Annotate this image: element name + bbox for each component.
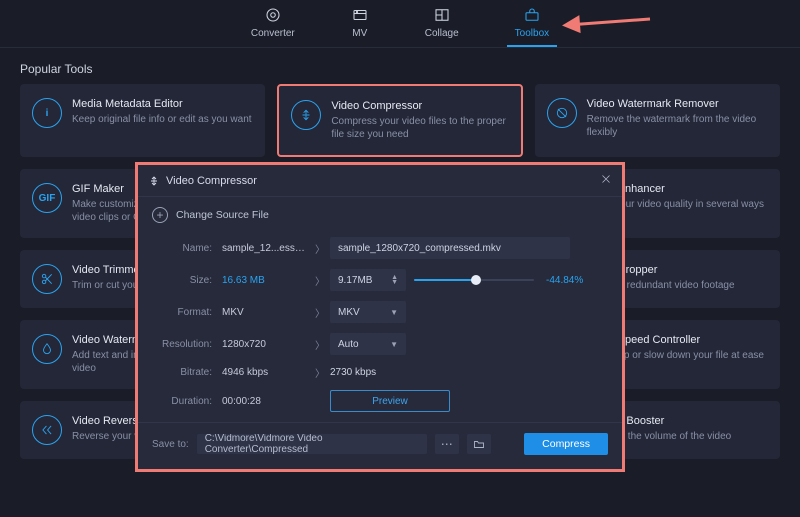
close-button[interactable] [600, 173, 612, 188]
source-resolution: 1280x720 [222, 339, 310, 350]
compress-button[interactable]: Compress [524, 433, 608, 455]
preview-button[interactable]: Preview [330, 390, 450, 412]
dialog-titlebar: Video Compressor [138, 165, 622, 197]
compressor-icon [148, 175, 160, 187]
source-bitrate: 4946 kbps [222, 367, 310, 378]
collage-icon [433, 6, 451, 24]
tab-mv[interactable]: MV [343, 6, 377, 47]
save-path-field[interactable]: C:\Vidmore\Vidmore Video Converter\Compr… [197, 434, 427, 454]
section-title: Popular Tools [0, 48, 800, 84]
chevron-right-icon: 〉 [310, 305, 330, 320]
tab-label: Converter [251, 28, 295, 39]
annotation-arrow-icon [560, 15, 660, 35]
card-desc: Keep original file info or edit as you w… [72, 113, 252, 126]
source-name: sample_12...essed.mkv [222, 243, 310, 254]
plus-icon: + [152, 207, 168, 223]
spinner-icon: ▲▼ [391, 275, 398, 285]
scissors-icon [32, 264, 62, 294]
card-desc: Compress your video files to the proper … [331, 115, 508, 141]
row-duration: Duration: 00:00:28 Preview [154, 390, 606, 412]
row-bitrate: Bitrate: 4946 kbps 〉 2730 kbps [154, 365, 606, 380]
chevron-down-icon: ▼ [390, 308, 398, 317]
more-button[interactable]: ⋯ [435, 434, 459, 454]
tool-card-metadata-editor[interactable]: i Media Metadata Editor Keep original fi… [20, 84, 265, 157]
tab-label: MV [352, 28, 367, 39]
video-compressor-dialog: Video Compressor + Change Source File Na… [135, 162, 625, 472]
toolbox-icon [523, 6, 541, 24]
gif-icon: GIF [32, 183, 62, 213]
size-slider[interactable] [414, 274, 534, 286]
source-format: MKV [222, 307, 310, 318]
tool-card-video-compressor[interactable]: Video Compressor Compress your video fil… [277, 84, 522, 157]
duration-value: 00:00:28 [222, 396, 310, 407]
label-resolution: Resolution: [154, 339, 222, 350]
label-format: Format: [154, 307, 222, 318]
row-size: Size: 16.63 MB 〉 9.17MB ▲▼ -44.84% [154, 269, 606, 291]
size-percent: -44.84% [546, 275, 583, 286]
dots-icon: ⋯ [441, 437, 453, 451]
chevron-right-icon: 〉 [310, 241, 330, 256]
label-duration: Duration: [154, 396, 222, 407]
label-bitrate: Bitrate: [154, 367, 222, 378]
save-to-label: Save to: [152, 439, 189, 450]
target-bitrate: 2730 kbps [330, 367, 376, 378]
chevron-down-icon: ▼ [390, 340, 398, 349]
tool-card-watermark-remover[interactable]: Video Watermark Remover Remove the water… [535, 84, 780, 157]
row-format: Format: MKV 〉 MKV ▼ [154, 301, 606, 323]
watermark-remove-icon [547, 98, 577, 128]
card-title: Video Compressor [331, 100, 508, 112]
change-source-label: Change Source File [176, 209, 269, 221]
top-nav: Converter MV Collage Toolbox [0, 0, 800, 48]
label-name: Name: [154, 243, 222, 254]
info-icon: i [32, 98, 62, 128]
target-name-input[interactable]: sample_1280x720_compressed.mkv [330, 237, 570, 259]
converter-icon [264, 6, 282, 24]
change-source-button[interactable]: + Change Source File [138, 197, 622, 229]
dialog-title: Video Compressor [166, 175, 257, 187]
tab-converter[interactable]: Converter [243, 6, 303, 47]
tab-label: Collage [425, 28, 459, 39]
card-title: Media Metadata Editor [72, 98, 252, 110]
row-name: Name: sample_12...essed.mkv 〉 sample_128… [154, 237, 606, 259]
tab-toolbox[interactable]: Toolbox [507, 6, 557, 47]
mv-icon [351, 6, 369, 24]
label-size: Size: [154, 275, 222, 286]
chevron-right-icon: 〉 [310, 365, 330, 380]
open-folder-button[interactable] [467, 434, 491, 454]
drop-icon [32, 334, 62, 364]
row-resolution: Resolution: 1280x720 〉 Auto ▼ [154, 333, 606, 355]
target-resolution-select[interactable]: Auto ▼ [330, 333, 406, 355]
card-desc: Remove the watermark from the video flex… [587, 113, 768, 139]
reverse-icon [32, 415, 62, 445]
compressor-icon [291, 100, 321, 130]
tab-collage[interactable]: Collage [417, 6, 467, 47]
chevron-right-icon: 〉 [310, 273, 330, 288]
tab-label: Toolbox [515, 28, 549, 39]
card-title: Video Watermark Remover [587, 98, 768, 110]
dialog-footer: Save to: C:\Vidmore\Vidmore Video Conver… [138, 422, 622, 459]
folder-icon [473, 439, 485, 449]
chevron-right-icon: 〉 [310, 337, 330, 352]
target-size-stepper[interactable]: 9.17MB ▲▼ [330, 269, 406, 291]
target-format-select[interactable]: MKV ▼ [330, 301, 406, 323]
source-size: 16.63 MB [222, 275, 310, 286]
